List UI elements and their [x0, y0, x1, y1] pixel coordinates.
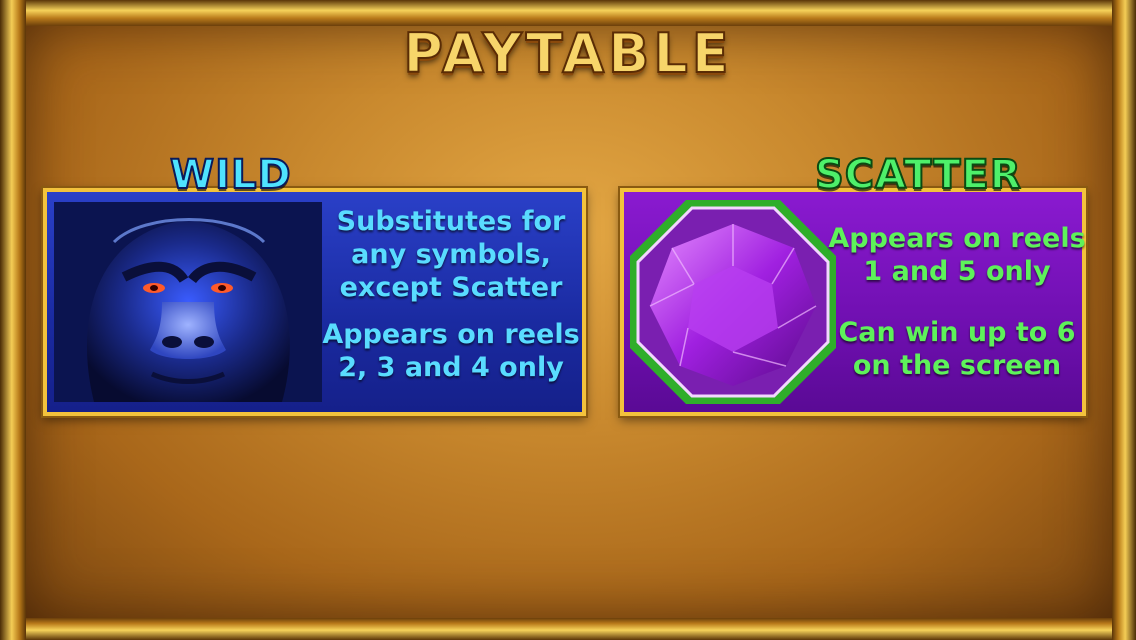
- gem-icon: [630, 200, 836, 404]
- scatter-description: Appears on reels 1 and 5 only Can win up…: [828, 222, 1086, 382]
- gorilla-icon: [54, 202, 322, 402]
- wild-label: WILD: [169, 151, 292, 199]
- frame-left-border: [0, 0, 26, 640]
- wild-line: Substitutes for: [336, 206, 566, 237]
- paytable-title: PAYTABLE: [402, 21, 733, 86]
- scatter-line: 1 and 5 only: [863, 256, 1051, 287]
- wild-line: any symbols,: [351, 239, 551, 270]
- wild-line: 2, 3 and 4 only: [338, 352, 564, 383]
- frame-right-border: [1112, 0, 1136, 640]
- frame-bottom-border: [0, 618, 1136, 640]
- wild-description: Substitutes for any symbols, except Scat…: [316, 205, 586, 384]
- wild-line: Appears on reels: [322, 319, 580, 350]
- scatter-line: Can win up to 6: [838, 317, 1076, 348]
- wild-line: except Scatter: [339, 272, 563, 303]
- scatter-label: SCATTER: [814, 151, 1022, 199]
- scatter-line: Appears on reels: [828, 223, 1086, 254]
- scatter-line: on the screen: [852, 350, 1062, 381]
